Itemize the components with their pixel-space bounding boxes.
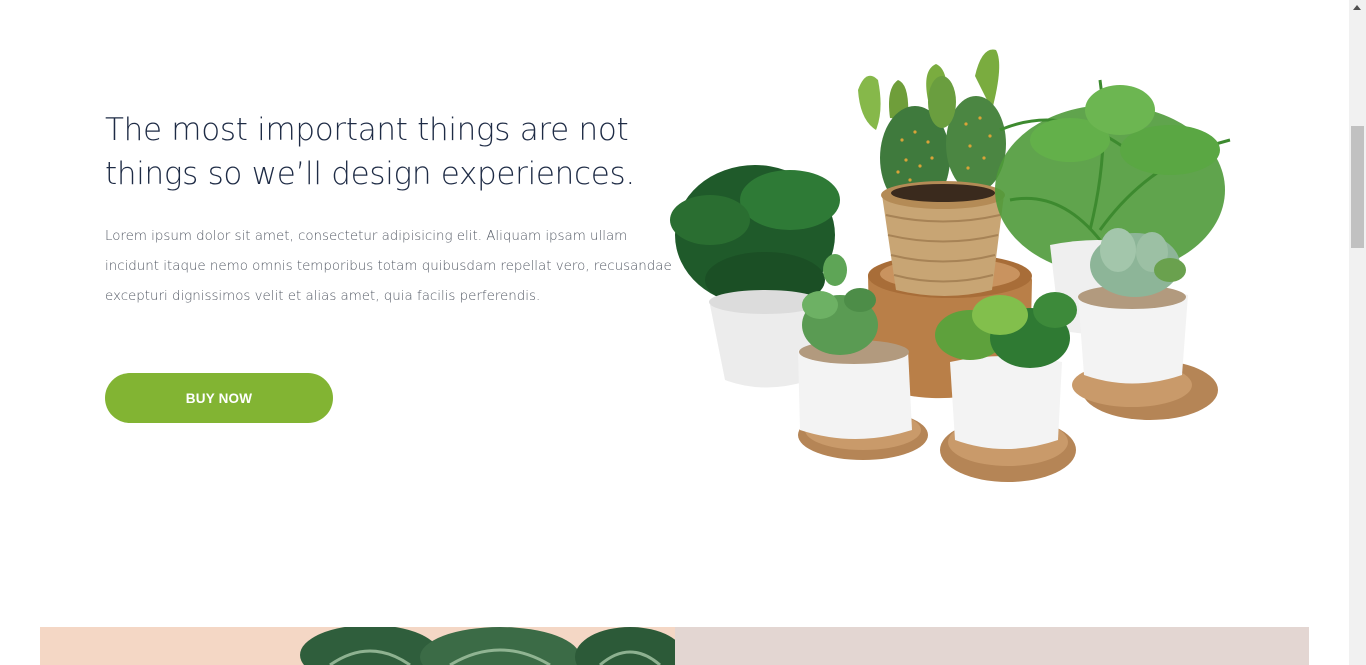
- featured-panel-right: [675, 627, 1309, 665]
- hero-title: The most important things are not things…: [105, 112, 635, 192]
- featured-panel-left: [40, 627, 675, 665]
- vertical-scrollbar[interactable]: [1349, 0, 1366, 665]
- echeveria-plant: [1072, 228, 1218, 420]
- cactus-plant: [858, 49, 1006, 296]
- page: The most important things are not things…: [0, 0, 1366, 665]
- chevron-up-icon[interactable]: [1353, 5, 1361, 10]
- fittonia-plant: [935, 292, 1077, 482]
- hero-description: Lorem ipsum dolor sit amet, consectetur …: [105, 229, 672, 304]
- potted-plants-image: [670, 49, 1231, 482]
- scrollbar-thumb[interactable]: [1351, 126, 1364, 248]
- peperomia-leaves-image: [300, 627, 675, 665]
- buy-now-button[interactable]: BUY NOW: [105, 373, 333, 423]
